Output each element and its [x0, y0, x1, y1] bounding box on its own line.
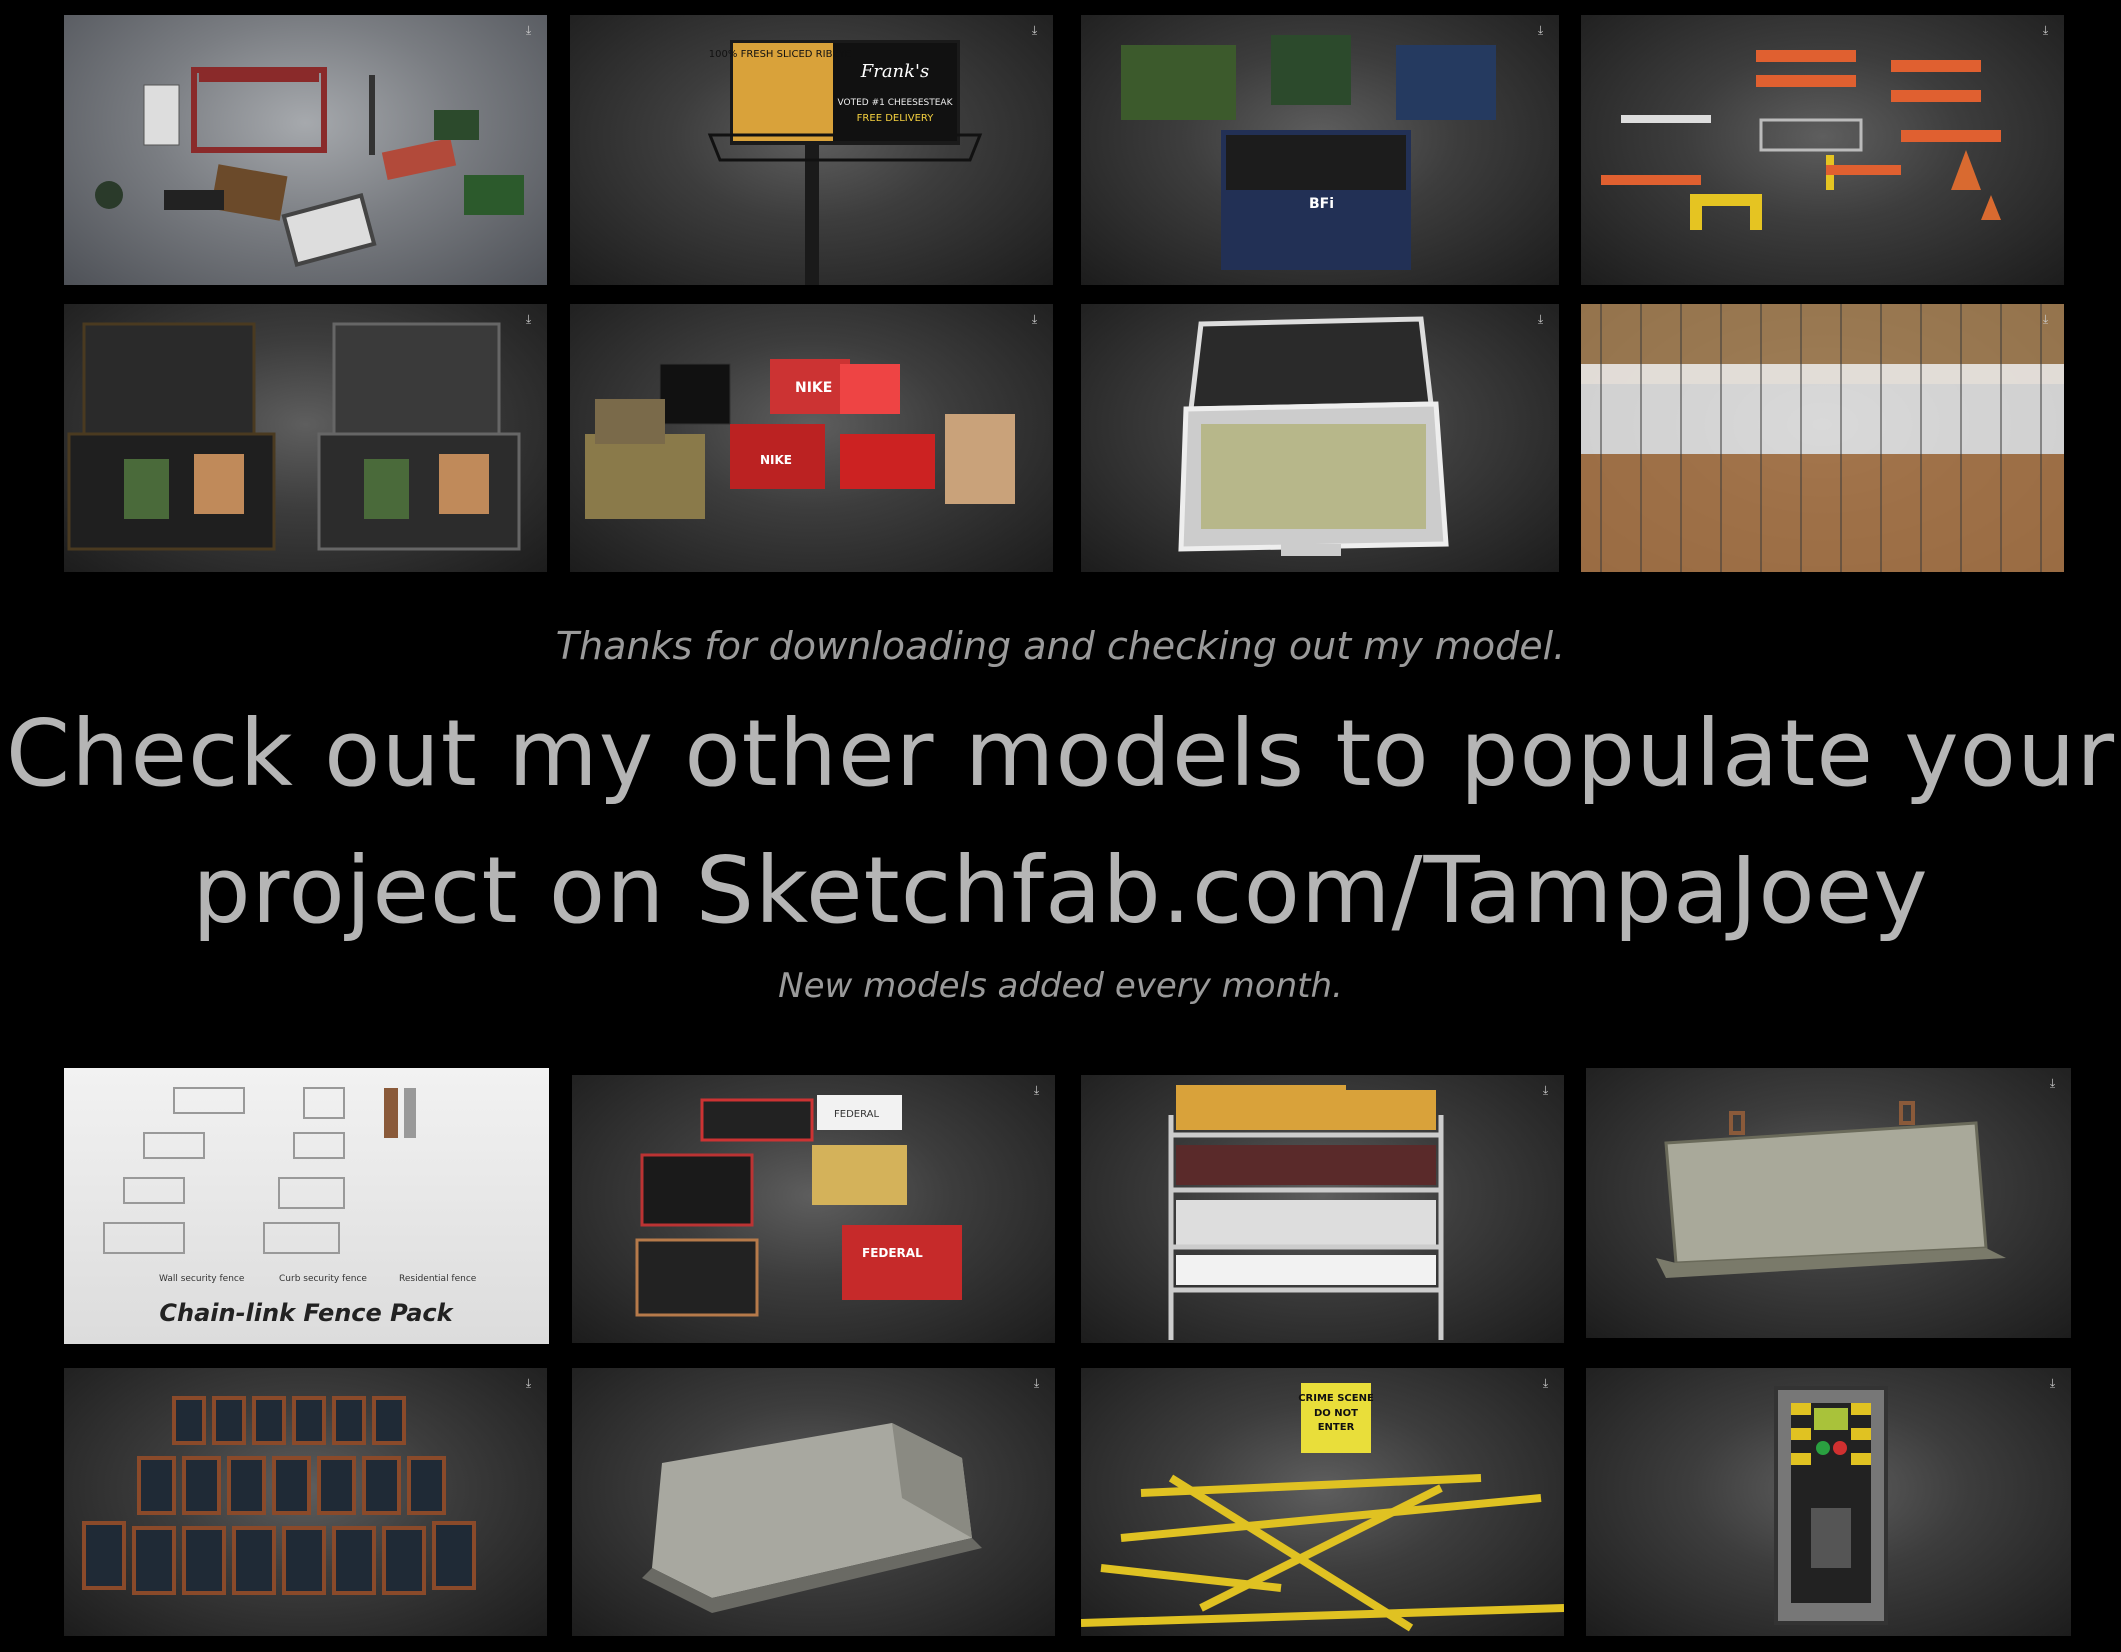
thumbnail-picket-fences[interactable]: ⤓: [1581, 304, 2064, 572]
download-icon[interactable]: ⤓: [1030, 1377, 1043, 1390]
billboard-text-3: VOTED #1 CHEESESTEAK: [838, 98, 954, 108]
chain-link-fence-illustration: Wall security fence Curb security fence …: [103, 1087, 477, 1327]
download-icon[interactable]: ⤓: [1539, 1084, 1552, 1097]
headline-line-2: project on Sketchfab.com/TampaJoey: [192, 837, 1929, 944]
new-models-message: New models added every month.: [778, 966, 1343, 1006]
headline-line-1: Check out my other models to populate yo…: [5, 700, 2116, 807]
thumbnail-keypad-panel[interactable]: ⤓: [1586, 1368, 2071, 1636]
download-icon[interactable]: ⤓: [2039, 24, 2052, 37]
dumpster-logo: BFi: [1309, 196, 1334, 212]
download-icon[interactable]: ⤓: [1539, 1377, 1552, 1390]
download-icon[interactable]: ⤓: [1028, 313, 1041, 326]
billboard-text-4: FREE DELIVERY: [857, 113, 935, 124]
thumbnail-concrete-barrier-1[interactable]: ⤓: [1586, 1068, 2071, 1338]
download-icon[interactable]: ⤓: [522, 1377, 535, 1390]
caption-residential-fence: Residential fence: [399, 1274, 477, 1284]
download-icon[interactable]: ⤓: [2046, 1377, 2059, 1390]
thumbnail-crime-scene-tape[interactable]: CRIME SCENE DO NOT ENTER ⤓: [1081, 1368, 1564, 1636]
street-props-illustration: [95, 67, 524, 267]
thumbnail-dumpsters[interactable]: BFi ⤓: [1081, 15, 1559, 285]
crime-scene-sign-3: ENTER: [1318, 1422, 1355, 1433]
jersey-barrier-illustration: [642, 1423, 982, 1613]
nike-logo-2: NIKE: [760, 453, 792, 467]
thumbnail-briefcase-cash[interactable]: ⤓: [1081, 304, 1559, 572]
road-barricades-illustration: [1601, 50, 2001, 230]
thumbnail-shoebox-cash[interactable]: NIKE NIKE ⤓: [570, 304, 1053, 572]
billboard-text-2: Frank's: [860, 61, 930, 82]
thumbnail-jersey-barrier[interactable]: ⤓: [572, 1368, 1055, 1636]
chain-link-pack-title: Chain-link Fence Pack: [159, 1299, 454, 1327]
crime-scene-sign-1: CRIME SCENE: [1298, 1393, 1374, 1404]
download-icon[interactable]: ⤓: [1028, 24, 1041, 37]
federal-label-2: FEDERAL: [862, 1246, 923, 1260]
crime-scene-tape-illustration: CRIME SCENE DO NOT ENTER: [1081, 1383, 1564, 1632]
thumbnail-chalkboard-signs[interactable]: ⤓: [64, 1368, 547, 1636]
caption-curb-fence: Curb security fence: [279, 1274, 367, 1284]
thumbnail-billboard[interactable]: 100% FRESH SLICED RIBEYE Frank's VOTED #…: [570, 15, 1053, 285]
download-icon[interactable]: ⤓: [1534, 24, 1547, 37]
billboard-text-1: 100% FRESH SLICED RIBEYE: [709, 49, 851, 60]
ammo-shelf-illustration: [1168, 1085, 1444, 1340]
briefcase-cash-illustration: [1178, 316, 1449, 556]
keypad-panel-illustration: [1774, 1386, 1888, 1625]
download-icon[interactable]: ⤓: [522, 313, 535, 326]
shoebox-cash-illustration: NIKE NIKE: [585, 359, 1015, 519]
download-icon[interactable]: ⤓: [522, 24, 535, 37]
billboard-illustration: 100% FRESH SLICED RIBEYE Frank's VOTED #…: [707, 40, 983, 285]
nike-logo-1: NIKE: [795, 380, 832, 396]
download-icon[interactable]: ⤓: [1030, 1084, 1043, 1097]
thumbnail-chain-link-fence-pack[interactable]: Wall security fence Curb security fence …: [64, 1068, 549, 1344]
dumpsters-illustration: BFi: [1121, 35, 1496, 270]
thumbnail-briefcase-electronics[interactable]: ⤓: [64, 304, 547, 572]
thumbnail-ammo-shelf[interactable]: ⤓: [1081, 1075, 1564, 1343]
chalkboard-signs-illustration: [82, 1396, 476, 1595]
thumbnail-road-barricades[interactable]: ⤓: [1581, 15, 2064, 285]
ammo-boxes-illustration: FEDERAL FEDERAL: [635, 1095, 962, 1317]
concrete-barrier-illustration: [1656, 1101, 2006, 1278]
download-icon[interactable]: ⤓: [2046, 1077, 2059, 1090]
picket-fences-illustration: [1581, 304, 2064, 572]
download-icon[interactable]: ⤓: [1534, 313, 1547, 326]
download-icon[interactable]: ⤓: [2039, 313, 2052, 326]
thumbnail-ammo-boxes[interactable]: FEDERAL FEDERAL ⤓: [572, 1075, 1055, 1343]
crime-scene-sign-2: DO NOT: [1314, 1408, 1358, 1419]
thanks-message: Thanks for downloading and checking out …: [555, 624, 1566, 668]
caption-wall-fence: Wall security fence: [159, 1274, 245, 1284]
federal-label-1: FEDERAL: [834, 1109, 879, 1120]
thumbnail-street-props[interactable]: ⤓: [64, 15, 547, 285]
briefcase-electronics-illustration: [67, 322, 521, 551]
